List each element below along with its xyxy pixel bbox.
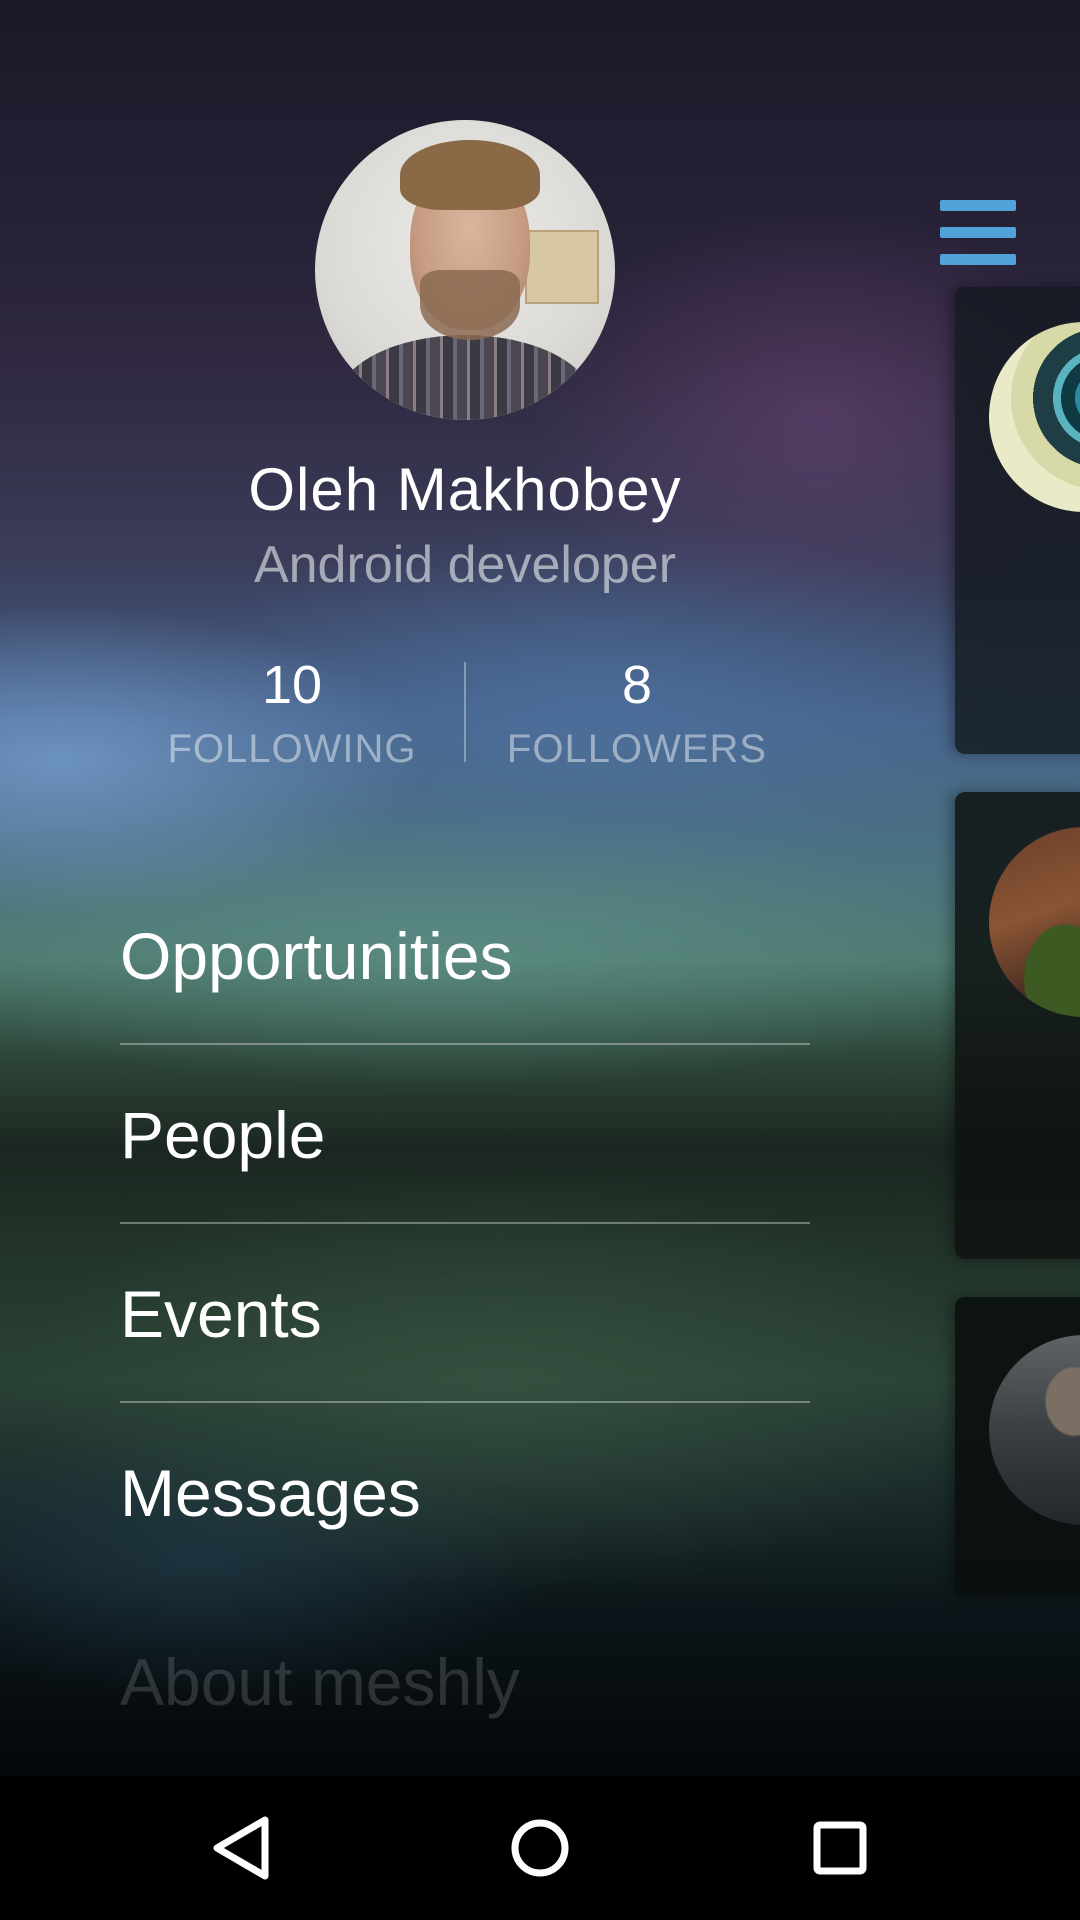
menu-item-label: People xyxy=(120,1098,326,1172)
profile-role: Android developer xyxy=(253,536,677,594)
menu-item-about[interactable]: About meshly xyxy=(120,1593,810,1771)
recent-apps-square-icon xyxy=(813,1821,867,1875)
back-triangle-icon xyxy=(213,1816,269,1880)
menu-bar xyxy=(940,227,1016,238)
followers-stat[interactable]: 8 FOLLOWERS xyxy=(487,655,787,772)
menu-divider xyxy=(120,1401,810,1403)
card-thumbnail xyxy=(989,827,1080,1017)
following-count: 10 xyxy=(261,655,323,715)
avatar-hair xyxy=(400,140,540,210)
recent-apps-button[interactable] xyxy=(750,1776,930,1920)
followers-label: FOLLOWERS xyxy=(506,727,768,771)
system-nav-bar xyxy=(0,1776,1080,1920)
card-thumbnail xyxy=(989,322,1080,512)
followers-count: 8 xyxy=(621,655,653,715)
menu-bar xyxy=(940,254,1016,265)
menu-item-people[interactable]: People xyxy=(120,1046,810,1224)
content-card[interactable] xyxy=(955,287,1080,754)
card-thumbnail xyxy=(989,1335,1080,1525)
avatar-background-box xyxy=(525,230,599,304)
drawer-screen: Oleh Makhobey Android developer 10 FOLLO… xyxy=(0,0,1080,1920)
menu-divider xyxy=(120,1043,810,1045)
home-circle-icon xyxy=(511,1819,569,1877)
profile-name: Oleh Makhobey xyxy=(248,456,682,523)
following-stat[interactable]: 10 FOLLOWING xyxy=(142,655,442,772)
hamburger-menu-icon[interactable] xyxy=(940,200,1016,266)
home-button[interactable] xyxy=(450,1776,630,1920)
menu-item-label: Events xyxy=(120,1277,322,1351)
menu-bar xyxy=(940,200,1016,211)
menu-divider xyxy=(120,1222,810,1224)
avatar-shirt xyxy=(335,335,595,420)
following-label: FOLLOWING xyxy=(167,727,417,771)
content-card[interactable] xyxy=(955,792,1080,1259)
avatar-beard xyxy=(420,270,520,340)
menu-item-messages[interactable]: Messages xyxy=(120,1404,810,1582)
menu-item-label: Opportunities xyxy=(120,919,513,993)
content-card[interactable] xyxy=(955,1297,1080,1597)
avatar[interactable] xyxy=(315,120,615,420)
menu-item-events[interactable]: Events xyxy=(120,1225,810,1403)
menu-item-label: Messages xyxy=(120,1456,421,1530)
menu-item-opportunities[interactable]: Opportunities xyxy=(120,867,810,1045)
menu-item-label: About meshly xyxy=(120,1645,520,1719)
back-button[interactable] xyxy=(150,1776,330,1920)
stats-divider xyxy=(464,662,466,762)
